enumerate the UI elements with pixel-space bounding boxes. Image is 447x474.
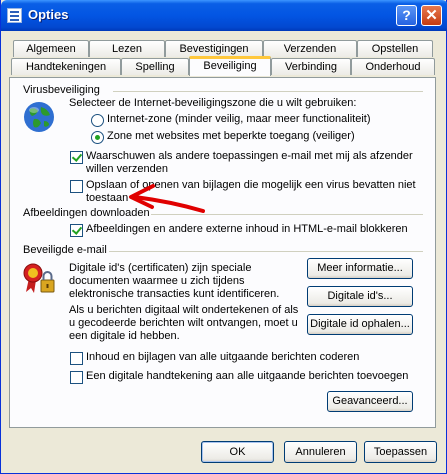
restricted-zone-radio[interactable] [91,131,104,144]
apply-button[interactable]: Toepassen [364,441,437,463]
warn-send-checkbox[interactable] [70,151,83,164]
window-title: Opties [28,7,69,22]
tab-onderhoud[interactable]: Onderhoud [351,58,435,75]
virus-section-heading: Virusbeveiliging [23,84,100,96]
close-button[interactable]: ✕ [421,5,442,26]
divider [109,251,423,252]
block-attachments-label-line1[interactable]: Opslaan of openen van bijlagen die mogel… [86,179,416,191]
block-attachments-checkbox[interactable] [70,180,83,193]
get-digital-id-button[interactable]: Digitale id ophalen... [307,314,413,335]
tab-bevestigingen[interactable]: Bevestigingen [165,40,263,57]
block-images-checkbox[interactable] [70,224,83,237]
sign-desc-line1: Als u berichten digitaal wilt onderteken… [69,304,299,316]
tab-spelling[interactable]: Spelling [121,58,189,75]
encrypt-label[interactable]: Inhoud en bijlagen van alle uitgaande be… [86,351,359,363]
warn-send-label-line1[interactable]: Waarschuwen als andere toepassingen e-ma… [86,150,413,162]
restricted-zone-label[interactable]: Zone met websites met beperkte toegang (… [107,130,355,142]
certificate-lock-icon [23,263,55,293]
tab-algemeen[interactable]: Algemeen [13,40,89,57]
tab-lezen[interactable]: Lezen [89,40,165,57]
tab-opstellen[interactable]: Opstellen [357,40,433,57]
globe-icon [24,102,54,132]
divider [151,214,423,215]
encrypt-checkbox[interactable] [70,352,83,365]
cancel-button[interactable]: Annuleren [284,441,357,463]
zone-prompt: Selecteer de Internet-beveiligingszone d… [69,97,357,109]
digital-id-desc-line1: Digitale id's (certificaten) zijn specia… [69,262,252,274]
options-dialog: Opties ? ✕ Algemeen Lezen Bevestigingen … [0,0,447,474]
tab-verbinding[interactable]: Verbinding [271,58,351,75]
tab-verzenden[interactable]: Verzenden [263,40,357,57]
divider [113,91,423,92]
tab-handtekeningen[interactable]: Handtekeningen [11,58,121,75]
sign-label[interactable]: Een digitale handtekening aan alle uitga… [86,370,408,382]
more-info-button[interactable]: Meer informatie... [307,258,413,279]
block-attachments-label-line2[interactable]: toestaan [86,192,128,204]
help-button[interactable]: ? [396,5,417,26]
digital-id-desc-line3: elektronische transacties kunt identific… [69,288,280,300]
ok-button[interactable]: OK [201,441,274,463]
sign-desc-line3: een digitale id hebben. [69,330,180,342]
warn-send-label-line2[interactable]: willen verzenden [86,163,168,175]
secure-mail-section-heading: Beveiligde e-mail [23,244,107,256]
sign-checkbox[interactable] [70,371,83,384]
block-images-label[interactable]: Afbeeldingen en andere externe inhoud in… [86,223,408,235]
tab-beveiliging[interactable]: Beveiliging [189,56,271,76]
digital-id-desc-line2: documenten waarmee u zich tijdens [69,275,245,287]
internet-zone-label[interactable]: Internet-zone (minder veilig, maar meer … [107,113,371,125]
sign-desc-line2: u gecodeerde berichten wilt ontvangen, m… [69,317,298,329]
digital-ids-button[interactable]: Digitale id's... [307,286,413,307]
window-icon [7,8,22,23]
internet-zone-radio[interactable] [91,114,104,127]
title-bar[interactable]: Opties ? ✕ [1,0,447,31]
advanced-button[interactable]: Geavanceerd... [327,391,413,412]
images-section-heading: Afbeeldingen downloaden [23,207,150,219]
